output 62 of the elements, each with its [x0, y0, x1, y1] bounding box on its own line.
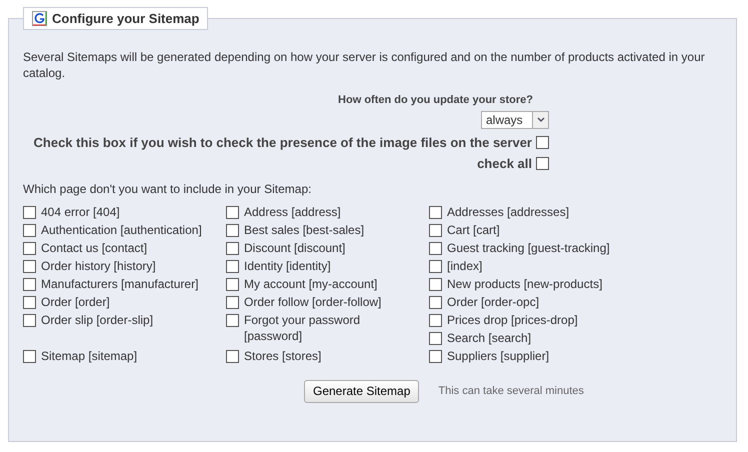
page-label: Order history [history]: [41, 258, 156, 274]
image-check-label: Check this box if you wish to check the presence of the image files on the server: [34, 134, 532, 152]
checkbox[interactable]: [23, 224, 36, 236]
page-label: Addresses [addresses]: [447, 204, 570, 220]
legend-title: Configure your Sitemap: [52, 10, 200, 28]
checkbox[interactable]: [536, 157, 549, 170]
page-label: Best sales [best-sales]: [244, 222, 364, 238]
page-label: Contact us [contact]: [41, 240, 148, 256]
page-label: Suppliers [supplier]: [447, 348, 550, 364]
page-label: My account [my-account]: [244, 276, 378, 292]
checkbox[interactable]: [226, 224, 239, 236]
page-label: Stores [stores]: [244, 348, 322, 364]
checkbox[interactable]: [429, 332, 442, 344]
page-label: Prices drop [prices-drop]: [447, 312, 578, 328]
checkbox[interactable]: [429, 260, 442, 272]
page-label: 404 error [404]: [41, 204, 120, 220]
checkbox[interactable]: [23, 242, 36, 254]
page-label: Discount [discount]: [244, 240, 346, 256]
checkbox[interactable]: [429, 296, 442, 308]
page-label: Address [address]: [244, 204, 341, 220]
checkbox[interactable]: [23, 296, 36, 308]
checkbox[interactable]: [226, 296, 239, 308]
checkbox[interactable]: [226, 314, 239, 326]
frequency-label: How often do you update your store?: [338, 93, 533, 108]
page-label: Manufacturers [manufacturer]: [41, 276, 198, 292]
page-label: Order [order-opc]: [447, 294, 540, 310]
page-label: Order follow [order-follow]: [244, 294, 382, 310]
checkbox[interactable]: [429, 224, 442, 236]
check-all-label: check all: [477, 155, 532, 173]
checkbox[interactable]: [226, 350, 239, 362]
intro-text: Several Sitemaps will be generated depending on how your server is configured and on the number of products activated in your catalog.: [23, 49, 706, 81]
pages-heading: Which page don't you want to include in your Sitemap:: [23, 180, 312, 198]
checkbox[interactable]: [226, 242, 239, 254]
checkbox[interactable]: [226, 278, 239, 290]
checkbox[interactable]: [226, 206, 239, 218]
page-label: [index]: [447, 258, 482, 274]
page-label: Sitemap [sitemap]: [41, 348, 138, 364]
generate-note: This can take several minutes: [438, 384, 584, 399]
checkbox[interactable]: [23, 260, 36, 272]
generate-sitemap-button[interactable]: Generate Sitemap: [304, 380, 420, 402]
checkbox[interactable]: [23, 206, 36, 218]
checkbox[interactable]: [23, 278, 36, 290]
page-label: New products [new-products]: [447, 276, 602, 292]
checkbox[interactable]: [23, 314, 36, 326]
checkbox[interactable]: [429, 278, 442, 290]
checkbox[interactable]: [429, 206, 442, 218]
checkbox[interactable]: [23, 350, 36, 362]
page-label: Forgot your password [password]: [244, 312, 362, 344]
frequency-select[interactable]: always: [481, 110, 549, 128]
checkbox[interactable]: [536, 136, 549, 149]
page-label: Authentication [authentication]: [41, 222, 202, 238]
page-label: Cart [cart]: [447, 222, 500, 238]
page-label: Order [order]: [41, 294, 110, 310]
checkbox[interactable]: [226, 260, 239, 272]
google-g-icon: [32, 11, 47, 26]
page-label: Guest tracking [guest-tracking]: [447, 240, 610, 256]
page-label: Search [search]: [447, 330, 532, 346]
checkbox[interactable]: [429, 242, 442, 254]
page-label: Identity [identity]: [244, 258, 331, 274]
checkbox[interactable]: [429, 350, 442, 362]
page-label: Order slip [order-slip]: [41, 312, 154, 328]
checkbox[interactable]: [429, 314, 442, 326]
